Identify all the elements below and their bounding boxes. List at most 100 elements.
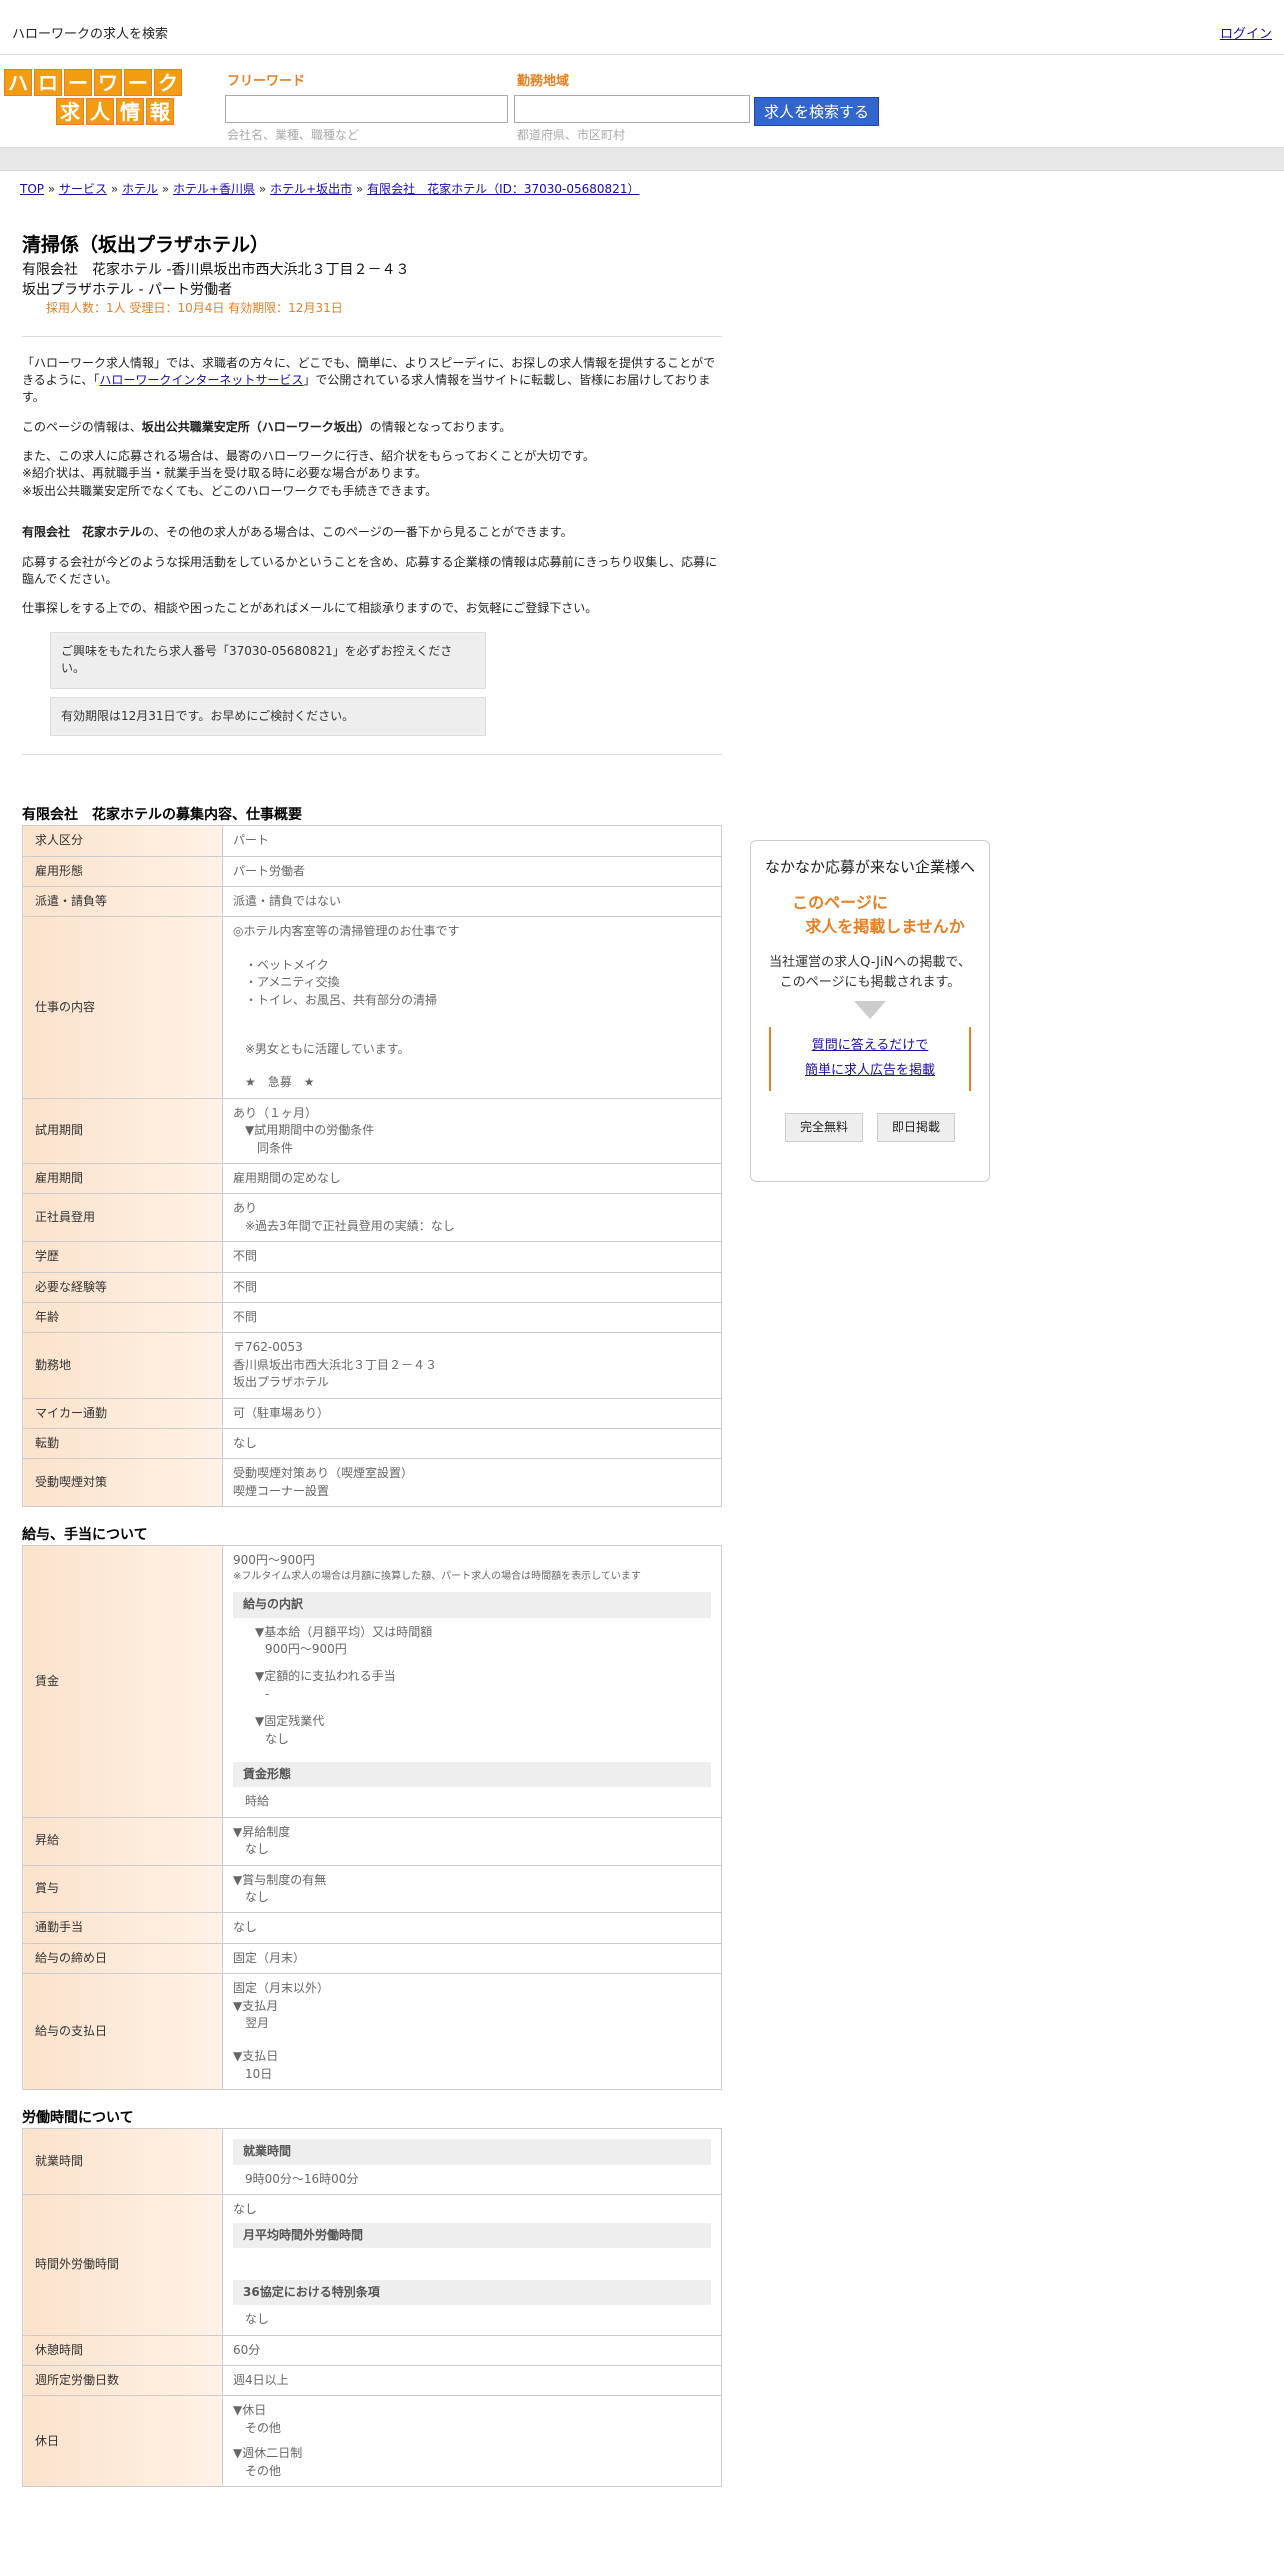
table-row: 試用期間 あり（１ヶ月） ▼試用期間中の労働条件 同条件 — [22, 1097, 722, 1164]
row-value-line: 香川県坂出市西大浜北３丁目２－４３ — [233, 1357, 438, 1372]
row-label: 給与の支払日 — [22, 1973, 223, 2091]
breadcrumb-hotel-sakaide[interactable]: ホテル+坂出市 — [270, 182, 352, 196]
ot-value: なし — [233, 2202, 258, 2217]
area-input[interactable] — [514, 95, 750, 123]
login-link[interactable]: ログイン — [1220, 26, 1272, 45]
notice-deadline: 有効期限は12月31日です。お早めにご検討ください。 — [50, 696, 486, 736]
row-value-line: ▼賞与制度の有無 — [233, 1872, 327, 1887]
table-row: 就業時間 就業時間 9時00分〜16時00分 — [22, 2128, 722, 2196]
row-value-line: 不問 — [233, 1309, 258, 1324]
breadcrumb-hotel-kagawa[interactable]: ホテル+香川県 — [173, 182, 255, 196]
hellowork-internet-link[interactable]: ハローワークインターネットサービス — [99, 373, 303, 387]
row-label: 年齢 — [22, 1301, 223, 1334]
row-label: 雇用期間 — [22, 1162, 223, 1195]
row-label: 学歴 — [22, 1241, 223, 1273]
row-value: なし 月平均時間外労働時間 36協定における特別条項 なし — [222, 2194, 722, 2336]
row-value: あり ※過去3年間で正社員登用の実績：なし — [222, 1193, 722, 1243]
row-value: 受動喫煙対策あり（喫煙室設置） 喫煙コーナー設置 — [222, 1458, 722, 1508]
logo-char: ワ — [94, 69, 122, 96]
salary-title: 給与、手当について — [22, 1527, 148, 1544]
row-label: 賃金 — [22, 1545, 223, 1818]
logo-char: ク — [154, 69, 182, 96]
breadcrumb-top[interactable]: TOP — [20, 182, 44, 196]
free-button[interactable]: 完全無料 — [784, 1112, 863, 1143]
breadcrumb-company[interactable]: 有限会社 花家ホテル（ID：37030-05680821） — [367, 182, 639, 196]
row-value: パート — [222, 825, 722, 857]
row-value-line: 〒762-0053 — [233, 1340, 303, 1355]
row-value: パート労働者 — [222, 855, 722, 888]
row-value: なし — [222, 1912, 722, 1944]
table-row: 受動喫煙対策 受動喫煙対策あり（喫煙室設置） 喫煙コーナー設置 — [22, 1458, 722, 1508]
row-value: 固定（月末） — [222, 1942, 722, 1975]
ot-sub1: 月平均時間外労働時間 — [233, 2222, 711, 2248]
ot-sub2-value: なし — [245, 2312, 270, 2327]
breadcrumb-hotel[interactable]: ホテル — [122, 182, 158, 196]
table-row: 賃金 900円〜900円 ※フルタイム求人の場合は月額に換算した額、パート求人の… — [22, 1545, 722, 1818]
row-value: 就業時間 9時00分〜16時00分 — [222, 2128, 722, 2196]
row-label: 試用期間 — [22, 1097, 223, 1164]
row-label: 給与の締め日 — [22, 1942, 223, 1975]
row-value-line: ▼支払月 — [233, 1998, 279, 2013]
row-value: ▼昇給制度 なし — [222, 1816, 722, 1866]
table-row: 給与の締め日 固定（月末） — [22, 1942, 722, 1975]
logo[interactable]: ハ ロ ー ワ ー ク 求 人 情 報 — [4, 69, 182, 127]
table-row: 雇用形態 パート労働者 — [22, 855, 722, 888]
overview-title: 有限会社 花家ホテルの募集内容、仕事概要 — [22, 807, 302, 823]
main-content: 清掃係（坂出プラザホテル） 有限会社 花家ホテル -香川県坂出市西大浜北３丁目２… — [22, 232, 722, 2488]
row-label: 仕事の内容 — [22, 916, 223, 1099]
row-value: なし — [222, 1427, 722, 1460]
table-row: 時間外労働時間 なし 月平均時間外労働時間 36協定における特別条項 なし — [22, 2194, 722, 2336]
row-value-line: パート — [233, 833, 270, 848]
logo-char: ロ — [34, 69, 62, 96]
company-line: 有限会社 花家ホテル -香川県坂出市西大浜北３丁目２－４３ — [22, 261, 410, 278]
overtime-label: ▼固定残業代 — [255, 1714, 325, 1729]
ad-link-post[interactable]: 簡単に求人広告を掲載 — [771, 1062, 969, 1081]
breadcrumb-sep: » — [107, 182, 122, 196]
row-value-line: ▼昇給制度 — [233, 1824, 291, 1839]
holiday-line: ▼休日 — [233, 2403, 267, 2418]
freeword-input[interactable] — [225, 95, 508, 123]
table-row: 賞与 ▼賞与制度の有無 なし — [22, 1864, 722, 1914]
table-row: 学歴 不問 — [22, 1241, 722, 1273]
row-value: 可（駐車場あり） — [222, 1397, 722, 1429]
breadcrumb-sep: » — [158, 182, 173, 196]
table-row: 転勤 なし — [22, 1427, 722, 1460]
table-row: 休日 ▼休日 その他 ▼週休二日制 その他 — [22, 2395, 722, 2488]
row-label: 正社員登用 — [22, 1193, 223, 1243]
same-day-button[interactable]: 即日掲載 — [877, 1112, 956, 1143]
holiday-line: ▼週休二日制 — [233, 2446, 303, 2461]
work-hours-sub: 就業時間 — [233, 2139, 711, 2165]
row-value: ▼休日 その他 ▼週休二日制 その他 — [222, 2395, 722, 2488]
table-row: 年齢 不問 — [22, 1301, 722, 1334]
row-value-line: 喫煙コーナー設置 — [233, 1483, 330, 1498]
row-label: 休憩時間 — [22, 2334, 223, 2367]
ad-buttons: 完全無料 即日掲載 — [751, 1112, 989, 1143]
job-title: 清掃係（坂出プラザホテル） — [22, 234, 270, 256]
row-value-line: 可（駐車場あり） — [233, 1405, 330, 1420]
search-button[interactable]: 求人を検索する — [754, 97, 879, 126]
row-label: 勤務地 — [22, 1332, 223, 1399]
gray-bar — [0, 148, 1284, 171]
row-value: あり（１ヶ月） ▼試用期間中の労働条件 同条件 — [222, 1097, 722, 1164]
table-row: 正社員登用 あり ※過去3年間で正社員登用の実績：なし — [22, 1193, 722, 1243]
breadcrumb-service[interactable]: サービス — [59, 182, 107, 196]
freeword-hint: 会社名、業種、職種など — [227, 128, 360, 142]
logo-char: ハ — [4, 69, 32, 96]
row-label: 休日 — [22, 2395, 223, 2488]
row-label: 通勤手当 — [22, 1912, 223, 1944]
wage-form-title: 賃金形態 — [233, 1761, 711, 1788]
table-row: 求人区分 パート — [22, 825, 722, 857]
row-value-line: 受動喫煙対策あり（喫煙室設置） — [233, 1466, 414, 1481]
ad-link-answer[interactable]: 質問に答えるだけで — [771, 1037, 969, 1056]
row-value: 不問 — [222, 1301, 722, 1334]
top-bar: ハローワークの求人を検索 ログイン — [0, 0, 1284, 55]
row-value-line: パート労働者 — [233, 863, 306, 878]
row-value: 派遣・請負ではない — [222, 886, 722, 918]
row-label: 時間外労働時間 — [22, 2194, 223, 2336]
table-row: 休憩時間 60分 — [22, 2334, 722, 2367]
row-value-line: 不問 — [233, 1279, 258, 1294]
place-line: 坂出プラザホテル - パート労働者 — [22, 281, 232, 298]
divider — [22, 335, 722, 337]
row-value-line: あり（１ヶ月） — [233, 1105, 318, 1120]
wage-form-value: 時給 — [245, 1794, 270, 1809]
